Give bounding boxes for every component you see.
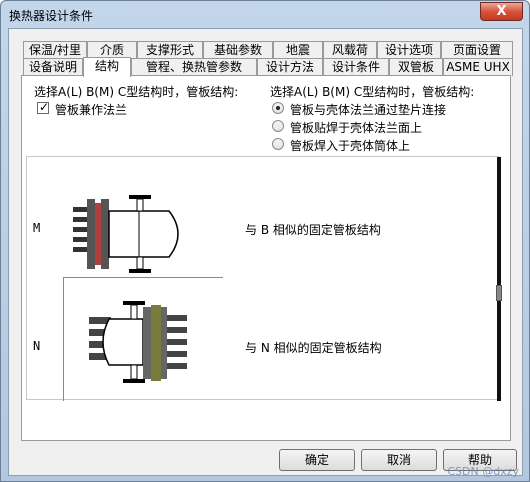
row-code-n: N [33, 339, 41, 353]
ok-button[interactable]: 确定 [279, 449, 355, 471]
radio-welded-shell-label: 管板焊入于壳体筒体上 [290, 139, 411, 153]
tab-design-method[interactable]: 设计方法 [257, 58, 323, 76]
scrollbar-track[interactable] [497, 157, 501, 401]
row-divider-vertical [63, 277, 64, 401]
tab-basic-params[interactable]: 基础参数 [203, 41, 273, 59]
row-code-m: M [33, 221, 41, 235]
radio-welded-flange-face-label: 管板贴焊于壳体法兰面上 [290, 121, 423, 135]
checkbox-label: 管板兼作法兰 [55, 103, 128, 117]
tab-design-options[interactable]: 设计选项 [377, 41, 441, 59]
cancel-button[interactable]: 取消 [361, 449, 437, 471]
tab-asme-uhx[interactable]: ASME UHX [443, 58, 513, 76]
scrollbar-thumb[interactable] [496, 285, 502, 301]
check-icon: ✓ [39, 100, 50, 114]
left-heading: 选择A(L) B(M) C型结构时，管板结构: [34, 85, 239, 99]
right-heading: 选择A(L) B(M) C型结构时，管板结构: [270, 85, 475, 99]
radio-welded-shell[interactable] [272, 138, 284, 150]
row-divider [63, 277, 223, 278]
tab-insulation[interactable]: 保温/衬里 [23, 41, 87, 59]
close-button[interactable]: X [480, 2, 523, 21]
radio-gasket-connection[interactable] [272, 102, 284, 114]
tab-equipment-desc[interactable]: 设备说明 [23, 58, 83, 76]
tab-tube-params[interactable]: 管程、换热管参数 [131, 58, 257, 76]
tab-wind-load[interactable]: 风载荷 [323, 41, 377, 59]
title-bar: 换热器设计条件 X [1, 1, 529, 28]
tab-seismic[interactable]: 地震 [273, 41, 323, 59]
radio-welded-flange-face[interactable] [272, 120, 284, 132]
structure-list[interactable]: M 与 B 相似的固定管板结构 N 与 N 相似的固定管板结构 [26, 156, 502, 401]
tubesheet-as-flange-checkbox[interactable]: ✓ [37, 100, 50, 114]
tab-double-tubesheet[interactable]: 双管板 [389, 58, 443, 76]
structure-panel: 选择A(L) B(M) C型结构时，管板结构: ✓ 管板兼作法兰 选择A(L) … [21, 75, 511, 441]
row-description-m: 与 B 相似的固定管板结构 [245, 223, 381, 237]
window-title: 换热器设计条件 [9, 9, 94, 23]
tab-design-conditions[interactable]: 设计条件 [323, 58, 389, 76]
watermark: CSDN @dxzy [447, 465, 519, 478]
tab-support[interactable]: 支撑形式 [137, 41, 203, 59]
radio-gasket-connection-label: 管板与壳体法兰通过垫片连接 [290, 103, 447, 117]
structure-n-diagram [89, 301, 187, 383]
structure-m-diagram [73, 195, 179, 273]
tab-structure[interactable]: 结构 [83, 57, 131, 77]
dialog-window: 换热器设计条件 X 保温/衬里 介质 支撑形式 基础参数 地震 风载荷 设计选项… [0, 0, 530, 482]
dialog-client-area: 保温/衬里 介质 支撑形式 基础参数 地震 风载荷 设计选项 页面设置 设备说明… [8, 28, 523, 476]
row-description-n: 与 N 相似的固定管板结构 [245, 341, 382, 355]
tab-page-setup[interactable]: 页面设置 [441, 41, 513, 59]
